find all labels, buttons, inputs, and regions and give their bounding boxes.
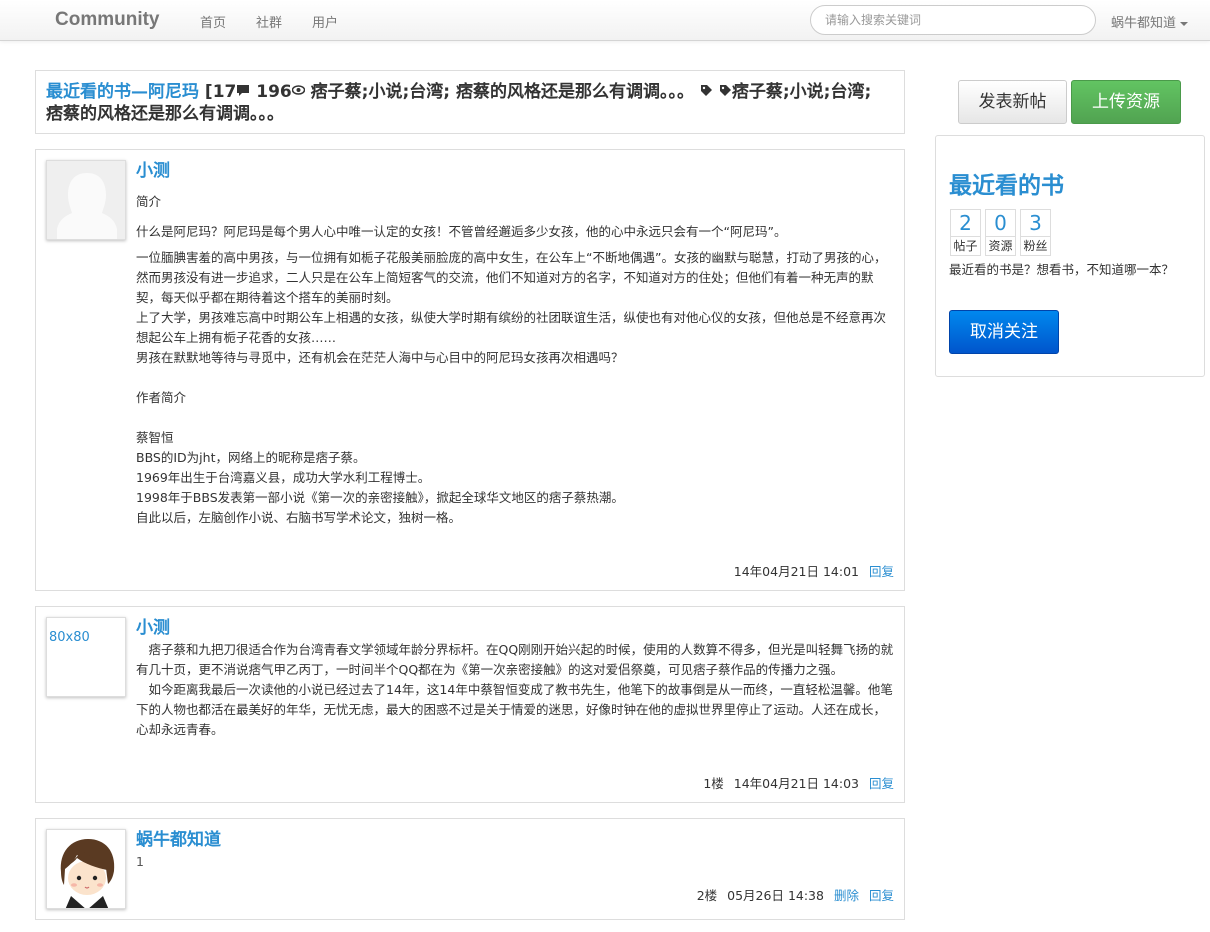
post-paragraph: 痞子蔡和九把刀很适合作为台湾青春文学领域年龄分界标杆。在QQ刚刚开始兴起的时候，… bbox=[136, 642, 894, 677]
post-author[interactable]: 蜗牛都知道 bbox=[136, 830, 221, 850]
stat-followers[interactable]: 3 粉丝 bbox=[1020, 209, 1051, 256]
post-paragraph: 如今距离我最后一次读他的小说已经过去了14年，这14年中蔡智恒变成了教书先生，他… bbox=[136, 682, 893, 737]
post-reply: 蜗牛都知道 1 2楼 05月26日 14:38 删除 回复 bbox=[35, 818, 905, 920]
navbar: Community 首页 社群 用户 蜗牛都知道 bbox=[0, 0, 1210, 41]
stat-posts[interactable]: 2 帖子 bbox=[950, 209, 981, 256]
post-paragraph: 1969年出生于台湾嘉义县，成功大学水利工程博士。 bbox=[136, 470, 431, 485]
post-content: 痞子蔡和九把刀很适合作为台湾青春文学领域年龄分界标杆。在QQ刚刚开始兴起的时候，… bbox=[136, 640, 894, 740]
post-author[interactable]: 小测 bbox=[136, 161, 170, 181]
topic-summary: 痞子蔡;小说;台湾; 痞蔡的风格还是那么有调调。。。 bbox=[304, 82, 694, 102]
post-author[interactable]: 小测 bbox=[136, 618, 170, 638]
reply-link[interactable]: 回复 bbox=[869, 564, 894, 579]
stat-value: 0 bbox=[994, 211, 1007, 235]
brand-logo[interactable]: Community bbox=[55, 9, 160, 31]
topic-link[interactable]: 最近看的书—阿尼玛 bbox=[46, 82, 199, 102]
post-paragraph: 一位腼腆害羞的高中男孩，与一位拥有如栀子花般美丽脸庞的高中女生，在公车上“不断地… bbox=[136, 250, 887, 305]
post-meta: 1楼 14年04月21日 14:03 回复 bbox=[703, 773, 894, 792]
nav-community[interactable]: 社群 bbox=[256, 12, 282, 31]
chevron-down-icon bbox=[1180, 21, 1189, 26]
post-reply: 80x80 小测 痞子蔡和九把刀很适合作为台湾青春文学领域年龄分界标杆。在QQ刚… bbox=[35, 606, 905, 803]
post-paragraph: 自此以后，左脑创作小说、右脑书写学术论文，独树一格。 bbox=[136, 510, 462, 525]
eye-icon bbox=[291, 85, 305, 95]
stat-label: 帖子 bbox=[951, 236, 980, 255]
post-paragraph: 男孩在默默地等待与寻觅中，还有机会在茫茫人海中与心目中的阿尼玛女孩再次相遇吗？ bbox=[136, 350, 624, 365]
upload-resource-button[interactable]: 上传资源 bbox=[1071, 80, 1181, 124]
delete-link[interactable]: 删除 bbox=[834, 888, 859, 903]
stat-value: 3 bbox=[1029, 211, 1042, 235]
user-menu-label: 蜗牛都知道 bbox=[1111, 16, 1177, 31]
reply-link[interactable]: 回复 bbox=[869, 888, 894, 903]
post-paragraph: 1 bbox=[136, 854, 144, 869]
cartoon-avatar-icon bbox=[47, 830, 125, 908]
topic-reply-count: [17 bbox=[199, 82, 237, 102]
post-meta: 2楼 05月26日 14:38 删除 回复 bbox=[697, 885, 894, 904]
post-content: 1 bbox=[136, 852, 894, 872]
topic-title: 最近看的书—阿尼玛 [17 196 痞子蔡;小说;台湾; 痞蔡的风格还是那么有调… bbox=[35, 70, 905, 134]
unfollow-button[interactable]: 取消关注 bbox=[949, 310, 1059, 354]
post-paragraph: 上了大学，男孩难忘高中时期公车上相遇的女孩，纵使大学时期有缤纷的社团联谊生活，纵… bbox=[136, 310, 887, 345]
post-floor: 2楼 bbox=[696, 888, 718, 903]
post-paragraph: BBS的ID为jht，网络上的昵称是痞子蔡。 bbox=[136, 450, 366, 465]
post-paragraph: 蔡智恒 bbox=[136, 430, 174, 445]
search-input[interactable] bbox=[810, 5, 1096, 35]
reply-link[interactable]: 回复 bbox=[869, 776, 894, 791]
post-content: 简介 什么是阿尼玛？阿尼玛是每个男人心中唯一认定的女孩！不管曾经邂逅多少女孩，他… bbox=[136, 192, 894, 528]
post-time: 14年04月21日 14:01 bbox=[733, 564, 859, 579]
user-menu[interactable]: 蜗牛都知道 bbox=[1111, 12, 1189, 31]
female-silhouette-icon bbox=[47, 161, 125, 239]
nav-home[interactable]: 首页 bbox=[200, 12, 226, 31]
post-meta: 14年04月21日 14:01 回复 bbox=[734, 561, 894, 580]
avatar-placeholder[interactable]: 80x80 bbox=[46, 617, 126, 697]
post-main: 小测 简介 什么是阿尼玛？阿尼玛是每个男人心中唯一认定的女孩！不管曾经邂逅多少女… bbox=[35, 149, 905, 591]
new-post-button[interactable]: 发表新帖 bbox=[958, 80, 1067, 124]
post-paragraph: 作者简介 bbox=[136, 390, 187, 405]
stat-label: 资源 bbox=[986, 236, 1015, 255]
tag-icon bbox=[719, 85, 731, 96]
post-floor: 1楼 bbox=[703, 776, 724, 791]
group-description: 最近看的书是？想看书，不知道哪一本？ bbox=[949, 262, 1175, 277]
stat-value: 2 bbox=[959, 211, 972, 235]
post-paragraph: 简介 bbox=[136, 194, 162, 209]
stat-resources[interactable]: 0 资源 bbox=[985, 209, 1016, 256]
post-paragraph: 什么是阿尼玛？阿尼玛是每个男人心中唯一认定的女孩！不管曾经邂逅多少女孩，他的心中… bbox=[136, 224, 787, 239]
avatar[interactable] bbox=[46, 829, 126, 909]
post-time: 05月26日 14:38 bbox=[727, 888, 824, 903]
group-stats: 2 帖子 0 资源 3 粉丝 bbox=[950, 209, 1055, 256]
nav-users[interactable]: 用户 bbox=[312, 12, 338, 31]
group-title[interactable]: 最近看的书 bbox=[949, 166, 1064, 200]
comment-icon bbox=[237, 85, 250, 96]
tag-icon bbox=[700, 85, 712, 96]
avatar[interactable] bbox=[46, 160, 126, 240]
group-info-panel: 最近看的书 2 帖子 0 资源 3 粉丝 最近看的书是？想看书，不知道哪一本？ 取消关… bbox=[935, 135, 1205, 377]
topic-view-count: 196 bbox=[250, 82, 292, 102]
post-time: 14年04月21日 14:03 bbox=[733, 776, 859, 791]
stat-label: 粉丝 bbox=[1021, 236, 1050, 255]
post-paragraph: 1998年于BBS发表第一部小说《第一次的亲密接触》，掀起全球华文地区的痞子蔡热… bbox=[136, 490, 624, 505]
